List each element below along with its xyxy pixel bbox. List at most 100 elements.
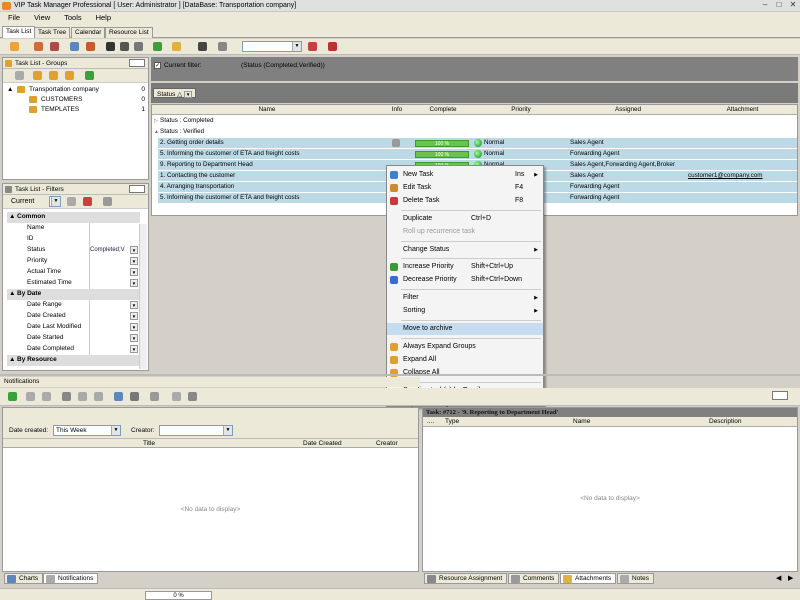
task-attachment[interactable] (686, 149, 797, 160)
column-type[interactable]: Type (445, 418, 459, 425)
table-row[interactable]: 2. Getting order details 100 % Normal Sales… (152, 138, 797, 149)
group-row[interactable]: ▷ Status : Completed (152, 116, 797, 127)
funnel-icon[interactable] (188, 392, 197, 401)
pin-icon[interactable] (129, 185, 145, 193)
collapse-icon[interactable]: ▲ (9, 355, 15, 365)
column-description[interactable]: Description (709, 418, 742, 425)
edit-group-icon[interactable] (49, 71, 58, 80)
splitter[interactable] (0, 374, 800, 376)
filter-preset-dropdown[interactable]: ▼ (49, 196, 61, 207)
filter-value[interactable]: ▼ (89, 267, 140, 278)
tab-comments[interactable]: Comments (508, 573, 560, 584)
column-priority[interactable]: Priority (472, 105, 568, 116)
chevron-down-icon[interactable]: ▼ (130, 279, 138, 287)
menu-file[interactable]: File (4, 12, 24, 23)
add-group-icon[interactable] (33, 71, 42, 80)
date-created-dropdown[interactable]: This Week ▼ (53, 425, 121, 436)
menu-view[interactable]: View (30, 12, 54, 23)
filter-value[interactable] (89, 223, 140, 234)
copy-icon[interactable] (70, 42, 79, 51)
menu-item-filter[interactable]: Filter ▶ (387, 292, 543, 304)
filter-section[interactable]: ▲ Common (7, 212, 140, 223)
export-icon[interactable] (134, 42, 143, 51)
task-attachment[interactable] (686, 182, 797, 193)
collapse-icon[interactable]: ▲ (9, 289, 15, 299)
menu-item-delete-task[interactable]: Delete Task F8 (387, 195, 543, 207)
menu-item-duplicate[interactable]: Duplicate Ctrl+D (387, 213, 543, 225)
columns-icon[interactable] (150, 392, 159, 401)
column-title[interactable]: Title (143, 440, 155, 447)
chevron-down-icon[interactable]: ▼ (130, 334, 138, 342)
refresh-icon[interactable] (153, 42, 162, 51)
menu-item-move-to-archive[interactable]: Move to archive (387, 323, 543, 335)
report-icon[interactable] (328, 42, 337, 51)
task-attachment[interactable]: customer1@company.com (686, 171, 797, 182)
group-row[interactable]: ▲ Status : Verified (152, 127, 797, 138)
task-attachment[interactable] (686, 160, 797, 171)
column-complete[interactable]: Complete (412, 105, 472, 116)
filter-value[interactable]: ▼ (89, 344, 140, 355)
menu-help[interactable]: Help (92, 12, 115, 23)
menu-item-decrease-priority[interactable]: Decrease Priority Shift+Ctrl+Down (387, 274, 543, 286)
tab-notes[interactable]: Notes (617, 573, 654, 584)
menu-item-sorting[interactable]: Sorting ▶ (387, 305, 543, 317)
creator-dropdown[interactable]: ▼ (159, 425, 233, 436)
expanded-icon[interactable]: ▲ (154, 127, 159, 137)
pin-icon[interactable] (129, 59, 145, 67)
edit-task-icon[interactable] (34, 42, 43, 51)
menu-item-edit-task[interactable]: Edit Task F4 (387, 182, 543, 194)
refresh-groups-icon[interactable] (85, 71, 94, 80)
tree-item-templates[interactable]: TEMPLATES 1 (3, 105, 148, 115)
tree-root[interactable]: ▲ Transportation company 0 (3, 85, 148, 95)
info-icon[interactable] (392, 139, 400, 147)
expand-icon[interactable] (172, 42, 181, 51)
navigate-icon[interactable] (198, 42, 207, 51)
collapsed-icon[interactable]: ▷ (154, 116, 158, 126)
column-date-created[interactable]: Date Created (303, 440, 342, 447)
filter-icon[interactable] (15, 71, 24, 80)
tab-charts[interactable]: Charts (4, 573, 44, 584)
mark-read-icon[interactable] (26, 392, 35, 401)
tab-scroll-right-icon[interactable]: ▶ (788, 574, 793, 582)
chevron-down-icon[interactable]: ▼ (130, 257, 138, 265)
view-dropdown[interactable]: ▼ (242, 41, 302, 52)
forward-icon[interactable] (94, 392, 103, 401)
filter-value[interactable]: Completed;V ▼ (89, 245, 140, 256)
chevron-down-icon[interactable]: ▼ (130, 246, 138, 254)
tree-item-customers[interactable]: CUSTOMERS 0 (3, 95, 148, 105)
chevron-down-icon[interactable]: ▼ (130, 345, 138, 353)
reply-icon[interactable] (78, 392, 87, 401)
refresh-icon[interactable] (8, 392, 17, 401)
filter-value[interactable]: ▼ (89, 322, 140, 333)
filter-scrollbar[interactable] (139, 224, 147, 369)
mark-unread-icon[interactable] (42, 392, 51, 401)
filter-checkbox[interactable]: ✓ (154, 62, 161, 69)
filter-section[interactable]: ▲ By Resource (7, 355, 140, 366)
task-attachment[interactable] (686, 138, 797, 149)
menu-item-change-status[interactable]: Change Status ▶ (387, 244, 543, 256)
collapse-icon[interactable]: ▲ (9, 212, 15, 222)
chevron-down-icon[interactable]: ▼ (130, 268, 138, 276)
column-info[interactable]: Info (380, 105, 412, 116)
menu-tools[interactable]: Tools (60, 12, 86, 23)
open-icon[interactable] (62, 392, 71, 401)
filter-value[interactable]: ▼ (89, 300, 140, 311)
maximize-icon[interactable]: □ (774, 1, 784, 10)
delete-group-icon[interactable] (65, 71, 74, 80)
delete-icon[interactable] (130, 392, 139, 401)
chevron-down-icon[interactable]: ▼ (130, 323, 138, 331)
send-icon[interactable] (114, 392, 123, 401)
tab-resource-list[interactable]: Resource List (105, 27, 153, 38)
column-name[interactable]: Name (152, 105, 380, 116)
table-row[interactable]: 5. Informing the customer of ETA and fre… (152, 149, 797, 160)
chevron-down-icon[interactable]: ▼ (130, 312, 138, 320)
tab-calendar[interactable]: Calendar (71, 27, 106, 38)
filter-section[interactable]: ▲ By Date (7, 289, 140, 300)
task-attachment[interactable] (686, 193, 797, 204)
menu-item-increase-priority[interactable]: Increase Priority Shift+Ctrl+Up (387, 261, 543, 273)
move-down-icon[interactable] (106, 42, 115, 51)
column-attachment[interactable]: Attachment (686, 105, 797, 116)
filter-value[interactable]: ▼ (89, 256, 140, 267)
priority-icon[interactable] (86, 42, 95, 51)
menu-item-expand-all[interactable]: Expand All (387, 354, 543, 366)
